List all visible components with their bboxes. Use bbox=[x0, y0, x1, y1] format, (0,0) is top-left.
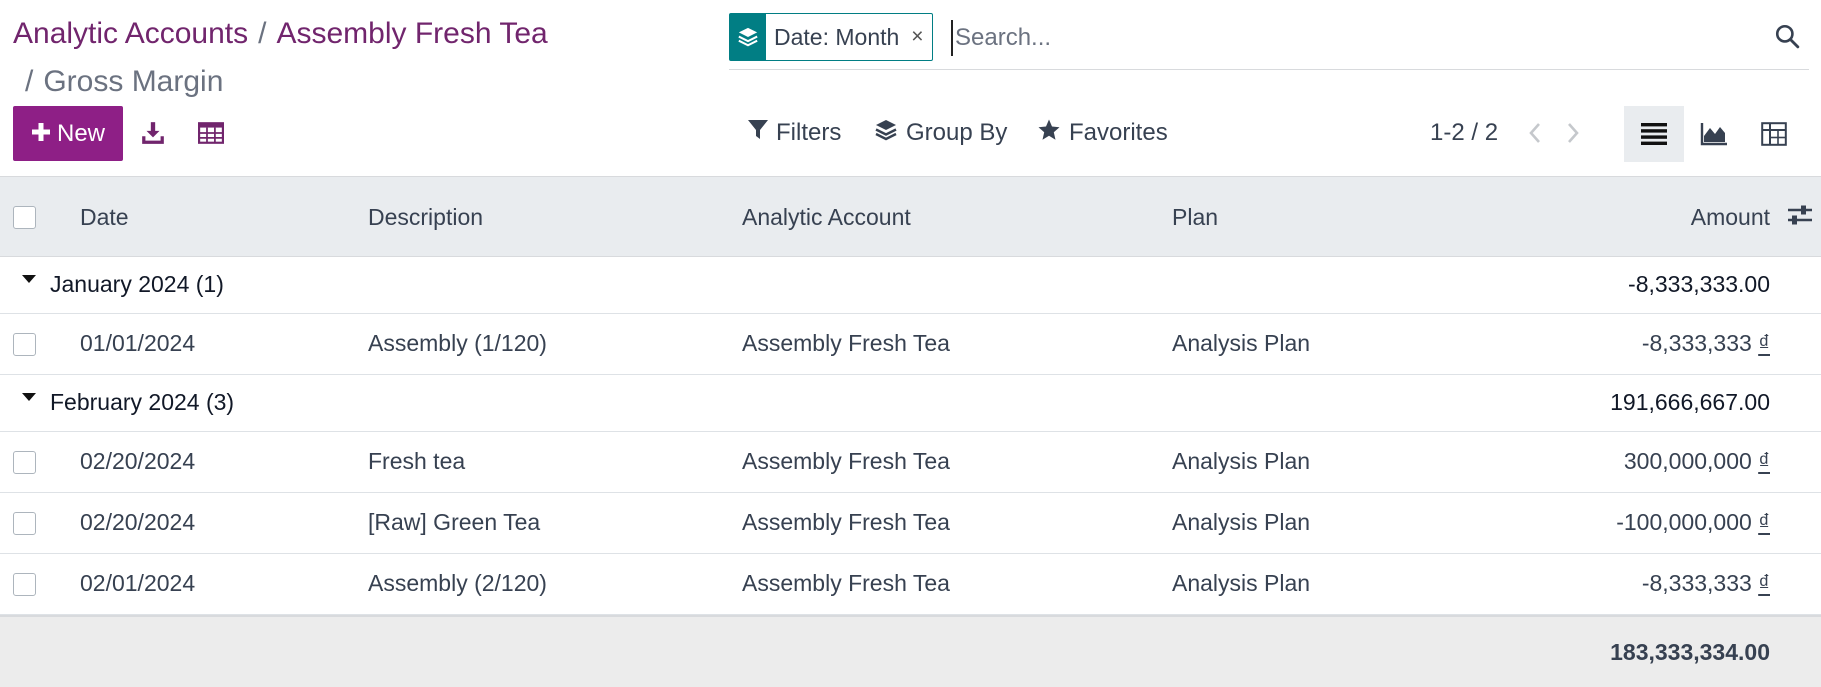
cell-plan: Analysis Plan bbox=[1172, 509, 1311, 535]
list-header: Date Description Analytic Account Plan A… bbox=[0, 176, 1821, 257]
view-switcher bbox=[1624, 106, 1804, 162]
column-header-analytic-account[interactable]: Analytic Account bbox=[742, 204, 911, 231]
breadcrumb-analytic-accounts[interactable]: Analytic Accounts bbox=[13, 17, 248, 50]
cell-analytic-account: Assembly Fresh Tea bbox=[742, 448, 950, 474]
cell-description: Assembly (1/120) bbox=[368, 330, 547, 356]
breadcrumb-current: Gross Margin bbox=[43, 65, 224, 98]
page-title: / Gross Margin bbox=[13, 62, 223, 102]
row-checkbox[interactable] bbox=[13, 333, 36, 356]
cell-description: Assembly (2/120) bbox=[368, 570, 547, 596]
cell-analytic-account: Assembly Fresh Tea bbox=[742, 330, 950, 356]
filter-icon bbox=[748, 119, 768, 148]
select-all-checkbox[interactable] bbox=[13, 206, 36, 229]
breadcrumb-assembly-fresh-tea[interactable]: Assembly Fresh Tea bbox=[276, 17, 547, 50]
row-checkbox[interactable] bbox=[13, 451, 36, 474]
cell-amount: -100,000,000 ₫ bbox=[1616, 509, 1770, 536]
column-header-description[interactable]: Description bbox=[368, 204, 483, 231]
cell-description: Fresh tea bbox=[368, 448, 466, 474]
favorites-label: Favorites bbox=[1069, 119, 1168, 146]
cell-description: [Raw] Green Tea bbox=[368, 509, 541, 535]
row-checkbox[interactable] bbox=[13, 512, 36, 535]
cell-amount: -8,333,333 ₫ bbox=[1642, 570, 1770, 597]
column-header-date[interactable]: Date bbox=[80, 204, 129, 231]
new-button-label: New bbox=[56, 119, 105, 147]
spreadsheet-icon[interactable] bbox=[194, 116, 228, 150]
cell-date: 02/20/2024 bbox=[80, 509, 196, 535]
currency-symbol: ₫ bbox=[1758, 570, 1770, 596]
group-label: January 2024 (1) bbox=[50, 271, 224, 297]
download-icon[interactable] bbox=[136, 116, 170, 150]
cell-date: 01/01/2024 bbox=[80, 330, 196, 356]
optional-columns-icon[interactable] bbox=[1787, 203, 1813, 233]
list-view-icon[interactable] bbox=[1624, 106, 1684, 162]
table-row[interactable]: 01/01/2024 Assembly (1/120) Assembly Fre… bbox=[0, 314, 1821, 375]
search-facet-date-month: Date: Month × bbox=[729, 13, 933, 61]
table-row[interactable]: 02/20/2024 Fresh tea Assembly Fresh Tea … bbox=[0, 432, 1821, 493]
cell-plan: Analysis Plan bbox=[1172, 448, 1311, 474]
currency-symbol: ₫ bbox=[1758, 330, 1770, 356]
cell-date: 02/20/2024 bbox=[80, 448, 196, 474]
cell-plan: Analysis Plan bbox=[1172, 570, 1311, 596]
facet-remove-button[interactable]: × bbox=[907, 14, 931, 60]
search-input[interactable] bbox=[951, 20, 1731, 56]
group-label: February 2024 (3) bbox=[50, 389, 235, 415]
chevron-left-icon[interactable] bbox=[1520, 116, 1550, 150]
plus-icon bbox=[31, 118, 51, 148]
filters-label: Filters bbox=[776, 119, 842, 146]
amount-value: -100,000,000 bbox=[1616, 509, 1752, 535]
caret-down-icon bbox=[22, 393, 36, 401]
breadcrumb-separator: / bbox=[25, 65, 34, 98]
group-row-february-2024[interactable]: February 2024 (3) 191,666,667.00 bbox=[0, 375, 1821, 432]
amount-value: 300,000,000 bbox=[1623, 448, 1752, 474]
cell-plan: Analysis Plan bbox=[1172, 330, 1311, 356]
amount-value: -8,333,333 bbox=[1641, 570, 1752, 596]
table-row[interactable]: 02/01/2024 Assembly (2/120) Assembly Fre… bbox=[0, 554, 1821, 615]
filters-button[interactable]: Filters bbox=[748, 114, 841, 152]
amount-value: -8,333,333 bbox=[1641, 330, 1752, 356]
list-view: Date Description Analytic Account Plan A… bbox=[0, 176, 1821, 687]
cell-amount: -8,333,333 ₫ bbox=[1642, 330, 1770, 357]
caret-down-icon bbox=[22, 275, 36, 283]
layers-icon bbox=[730, 14, 766, 60]
layers-icon bbox=[874, 118, 898, 149]
graph-view-icon[interactable] bbox=[1684, 106, 1744, 162]
search-bar: Date: Month × bbox=[729, 12, 1809, 70]
cell-analytic-account: Assembly Fresh Tea bbox=[742, 509, 950, 535]
group-by-button[interactable]: Group By bbox=[874, 114, 1007, 152]
group-by-label: Group By bbox=[906, 119, 1008, 146]
favorites-button[interactable]: Favorites bbox=[1037, 114, 1168, 152]
new-button[interactable]: New bbox=[13, 106, 123, 161]
search-icon[interactable] bbox=[1769, 18, 1805, 54]
group-row-january-2024[interactable]: January 2024 (1) -8,333,333.00 bbox=[0, 257, 1821, 314]
cell-date: 02/01/2024 bbox=[80, 570, 196, 596]
facet-label: Date: Month bbox=[774, 23, 900, 50]
row-checkbox[interactable] bbox=[13, 573, 36, 596]
currency-symbol: ₫ bbox=[1758, 509, 1770, 535]
pivot-view-icon[interactable] bbox=[1744, 106, 1804, 162]
cell-analytic-account: Assembly Fresh Tea bbox=[742, 570, 950, 596]
column-header-plan[interactable]: Plan bbox=[1172, 204, 1218, 231]
column-header-amount[interactable]: Amount bbox=[1691, 204, 1770, 231]
breadcrumb-separator: / bbox=[258, 17, 267, 50]
currency-symbol: ₫ bbox=[1758, 448, 1770, 474]
chevron-right-icon[interactable] bbox=[1558, 116, 1588, 150]
table-row[interactable]: 02/20/2024 [Raw] Green Tea Assembly Fres… bbox=[0, 493, 1821, 554]
pager-value[interactable]: 1-2 / 2 bbox=[1430, 114, 1498, 152]
group-total: 191,666,667.00 bbox=[1610, 389, 1770, 415]
breadcrumb: Analytic Accounts / Assembly Fresh Tea bbox=[13, 14, 713, 54]
cell-amount: 300,000,000 ₫ bbox=[1624, 448, 1770, 475]
star-icon bbox=[1037, 118, 1061, 149]
list-footer-total: 183,333,334.00 bbox=[0, 615, 1821, 687]
group-total: -8,333,333.00 bbox=[1628, 271, 1770, 297]
grand-total: 183,333,334.00 bbox=[1610, 639, 1770, 665]
